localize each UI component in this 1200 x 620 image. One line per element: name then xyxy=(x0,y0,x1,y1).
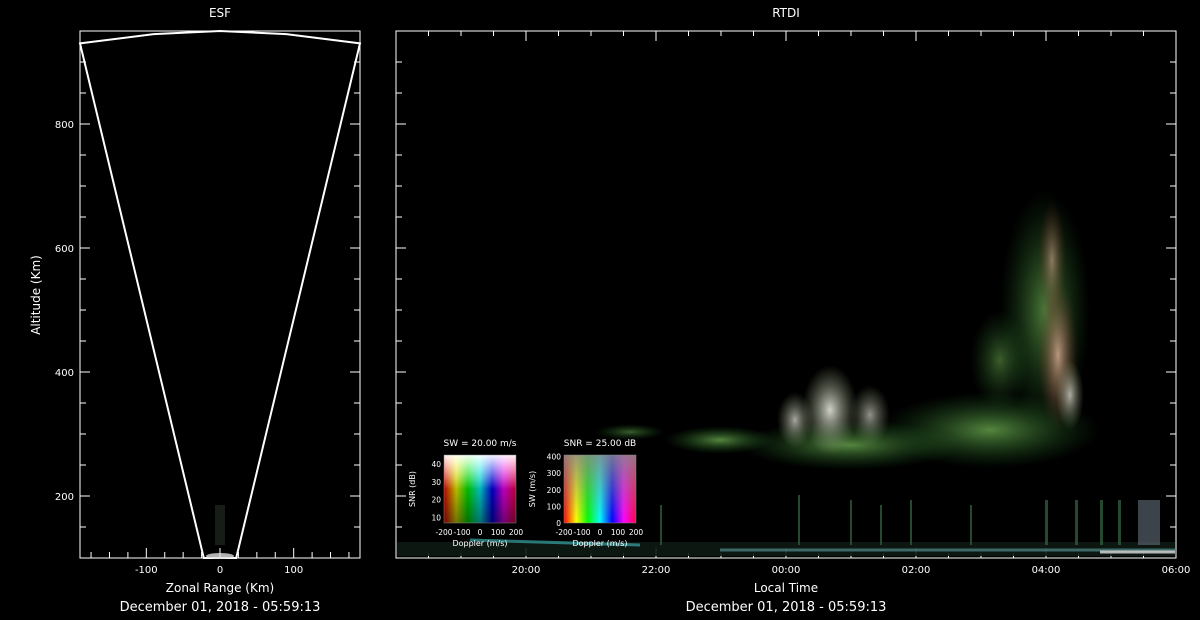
legend-y-tick-label: 40 xyxy=(431,460,441,469)
esf-x-tick-label: -100 xyxy=(135,565,158,576)
esf-ticks: 200 400 600 800 -100 0 100 xyxy=(55,30,360,576)
legend-sw-y-label: SNR (dB) xyxy=(408,471,417,507)
esf-footer-date: December 01, 2018 - 05:59:13 xyxy=(120,600,321,615)
legend-sw-x-ticks: -200 -100 0 100 200 xyxy=(435,528,523,537)
legend-x-tick-label: 100 xyxy=(611,528,626,537)
rtdi-x-tick-label: 02:00 xyxy=(902,565,931,576)
rtdi-x-axis-label: Local Time xyxy=(754,581,818,595)
esf-y-axis-label: Altitude (Km) xyxy=(29,255,43,335)
legend-snr-title: SNR = 25.00 dB xyxy=(564,439,636,449)
esf-y-tick-label: 400 xyxy=(55,368,74,379)
legend-x-tick-label: 0 xyxy=(478,528,483,537)
legend-x-tick-label: 200 xyxy=(629,528,644,537)
legend-sw-y-ticks: 10 20 30 40 xyxy=(431,460,441,523)
rtdi-x-tick-label: 22:00 xyxy=(642,565,671,576)
esf-plot-frame xyxy=(79,30,361,559)
legend-sw-title: SW = 20.00 m/s xyxy=(444,439,517,449)
esf-x-axis-label: Zonal Range (Km) xyxy=(166,581,274,595)
legend-x-tick-label: 0 xyxy=(598,528,603,537)
esf-panel: ESF 200 400 600 800 -100 0 100 Zonal Range (Km… xyxy=(29,6,362,615)
legend-y-tick-label: 300 xyxy=(547,469,562,478)
rtdi-footer-date: December 01, 2018 - 05:59:13 xyxy=(686,600,887,615)
legend-x-tick-label: -200 xyxy=(435,528,452,537)
legend-y-tick-label: 0 xyxy=(556,519,561,528)
legend-x-tick-label: -100 xyxy=(453,528,470,537)
legend-y-tick-label: 200 xyxy=(547,486,562,495)
rtdi-x-tick-label: 06:00 xyxy=(1162,565,1191,576)
legend-y-tick-label: 20 xyxy=(431,496,441,505)
legend-snr-x-label: Doppler (m/s) xyxy=(572,539,627,548)
legend-x-tick-label: 100 xyxy=(491,528,506,537)
legend-y-tick-label: 400 xyxy=(547,453,562,462)
legend-y-tick-label: 30 xyxy=(431,478,441,487)
esf-x-tick-label: 100 xyxy=(284,565,303,576)
legend-snr: SNR = 25.00 dB 0100200300400 -200 -100 0 10… xyxy=(528,439,643,548)
legend-snr-y-label: SW (m/s) xyxy=(528,471,537,507)
legend-sw: SW = 20.00 m/s 10203040 -200 -100 0 100 200 … xyxy=(408,439,523,548)
legend-sw-x-label: Doppler (m/s) xyxy=(452,539,507,548)
esf-y-tick-label: 800 xyxy=(55,120,74,131)
rtdi-title: RTDI xyxy=(772,6,800,20)
esf-y-tick-label: 600 xyxy=(55,244,74,255)
legend-snr-x-ticks: -200 -100 0 100 200 xyxy=(555,528,643,537)
legend-y-tick-label: 100 xyxy=(547,502,562,511)
legend-x-tick-label: -200 xyxy=(555,528,572,537)
legend-x-tick-label: -100 xyxy=(573,528,590,537)
legend-y-tick-label: 10 xyxy=(431,514,441,523)
legend-x-tick-label: 200 xyxy=(509,528,524,537)
rtdi-x-tick-label: 20:00 xyxy=(512,565,541,576)
esf-y-tick-label: 200 xyxy=(55,492,74,503)
rtdi-panel: RTDI 20:00 22:00 00:00 02:00 04:00 06:00 xyxy=(395,6,1191,615)
esf-title: ESF xyxy=(209,6,231,20)
esf-x-tick-label: 0 xyxy=(217,565,223,576)
esf-beam-outline xyxy=(78,29,362,559)
chart-canvas: ESF 200400600800-100 0 100 Zonal Range (Km… xyxy=(29,6,1191,615)
rtdi-x-tick-label: 00:00 xyxy=(772,565,801,576)
legend-snr-y-ticks: 0 100 200 300 400 xyxy=(547,453,562,528)
rtdi-x-tick-label: 04:00 xyxy=(1032,565,1061,576)
